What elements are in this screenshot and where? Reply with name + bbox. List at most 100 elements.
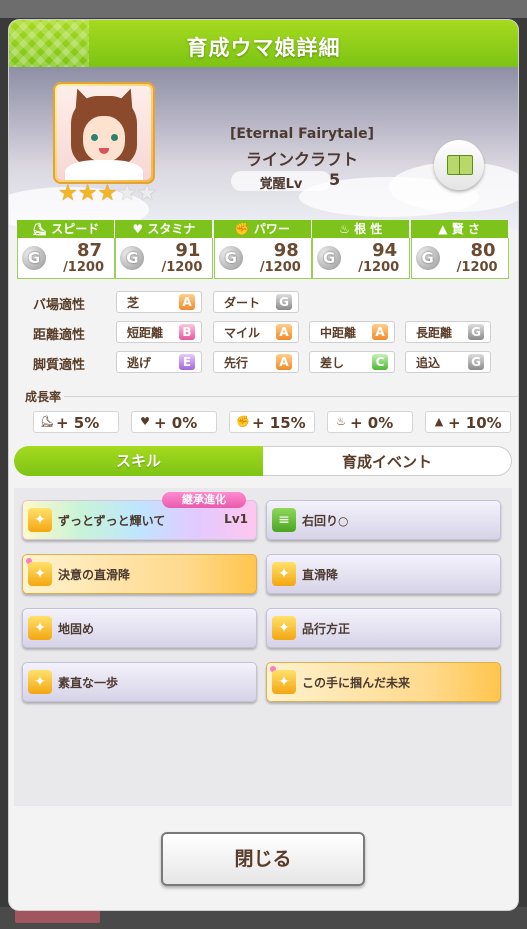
aptitude-name: 中距離 xyxy=(320,326,357,340)
stat-label-text: 賢 さ xyxy=(451,222,480,236)
flame-icon: ♨ xyxy=(336,415,346,428)
stat-label: ▲ 賢 さ xyxy=(410,220,508,238)
rank-icon: G xyxy=(218,246,243,270)
aptitude-name: 逃げ xyxy=(127,356,152,370)
running-horse-icon: ✦ xyxy=(28,670,52,694)
growth-rate-value: + 15% xyxy=(252,414,306,432)
skill-item[interactable]: ✦ 決意の直滑降 xyxy=(22,554,257,594)
heart-icon: ♥ xyxy=(132,222,144,236)
stat-table: ⛸ スピード G 87/1200 ♥ スタミナ G 91/1200 ✊ パワー G 98/120… xyxy=(17,220,509,280)
stat-column: ♨ 根 性 G 94/1200 xyxy=(312,220,411,280)
aptitude-item: ダート G xyxy=(213,291,299,313)
growth-rate-item: ⛸ + 5% xyxy=(33,411,119,433)
aptitude-item: 先行 A xyxy=(213,351,299,373)
stat-body: G 87/1200 xyxy=(17,238,115,279)
character-portrait[interactable] xyxy=(53,82,155,184)
rank-icon: G xyxy=(415,246,440,270)
tab-training-events[interactable]: 育成イベント xyxy=(263,446,512,476)
aptitude-grade: G xyxy=(276,294,292,310)
aptitude-grade: A xyxy=(276,354,292,370)
aptitude-name: 追込 xyxy=(416,356,441,370)
growth-rate-item: ▲ + 10% xyxy=(425,411,511,433)
stat-label: ⛸ スピード xyxy=(17,220,114,238)
stat-column: ⛸ スピード G 87/1200 xyxy=(17,220,115,280)
rank-icon: G xyxy=(317,246,342,270)
aptitude-item: マイル A xyxy=(213,321,299,343)
detail-tabs: スキル 育成イベント xyxy=(14,446,512,476)
growth-rate-item: ♥ + 0% xyxy=(131,411,217,433)
flame-icon: ♨ xyxy=(339,222,350,236)
skill-item[interactable]: ≡ 右回り○ xyxy=(266,500,501,540)
stat-value: 94 xyxy=(372,240,398,261)
skill-name: 直滑降 xyxy=(302,568,339,582)
skill-name: 素直な一歩 xyxy=(58,676,119,690)
stat-column: ▲ 賢 さ G 80/1200 xyxy=(410,220,509,280)
skill-name: 右回り○ xyxy=(302,514,349,528)
aptitude-grade: A xyxy=(372,324,388,340)
graduation-cap-icon: ▲ xyxy=(434,415,444,428)
portrait-image xyxy=(57,86,151,180)
skill-item[interactable]: ✦ この手に掴んだ未来 xyxy=(266,662,501,702)
aptitude-item: 芝A xyxy=(116,291,202,313)
growth-rate-value: + 0% xyxy=(154,414,198,432)
running-horse-icon: ✦ xyxy=(28,616,52,640)
inherit-evolution-badge: 継承進化 xyxy=(162,492,246,508)
running-horse-icon: ✦ xyxy=(272,562,296,586)
aptitude-name: ダート xyxy=(224,296,261,310)
awaken-label: 覚醒Lv xyxy=(259,177,303,192)
growth-rate-title: 成長率 xyxy=(25,390,62,404)
awaken-level-pill: 覚醒Lv xyxy=(231,171,331,192)
profile-book-button[interactable] xyxy=(434,140,484,190)
aptitude-label: 脚質適性 xyxy=(33,358,86,373)
stat-max: /1200 xyxy=(456,260,498,275)
background-button-hint xyxy=(15,909,100,923)
stat-body: G 94/1200 xyxy=(312,238,411,279)
stat-label: ✊ パワー xyxy=(213,220,311,238)
aptitude-label: バ場適性 xyxy=(33,298,86,313)
stat-value: 98 xyxy=(273,240,299,261)
stat-label-text: 根 性 xyxy=(354,222,383,236)
stat-label: ♥ スタミナ xyxy=(115,220,213,238)
outfit-name: [Eternal Fairytale] xyxy=(230,126,374,142)
aptitude-name: 差し xyxy=(320,356,345,370)
skill-list: ✦ ずっとずっと輝いて Lv1 継承進化 ≡ 右回り○ ✦ 決意の直滑降 ✦ 直滑降 ✦ 地固め ✦ 品行… xyxy=(14,488,512,806)
stat-max: /1200 xyxy=(259,260,301,275)
aptitude-item: 中距離 A xyxy=(309,321,395,343)
growth-divider xyxy=(64,396,518,397)
close-button[interactable]: 閉じる xyxy=(161,832,365,886)
portrait-eye xyxy=(111,134,118,141)
aptitude-grade: B xyxy=(179,324,195,340)
rarity-star-icon: ★ xyxy=(117,181,137,206)
growth-rate-value: + 5% xyxy=(56,414,100,432)
stat-value: 91 xyxy=(175,240,201,261)
skill-item[interactable]: ✦ 地固め xyxy=(22,608,257,648)
stat-max: /1200 xyxy=(63,260,104,275)
aptitude-grade: A xyxy=(179,294,195,310)
awaken-level-value: 5 xyxy=(329,170,341,189)
heart-icon: ♥ xyxy=(140,415,150,428)
stat-max: /1200 xyxy=(358,260,400,275)
skill-name: 品行方正 xyxy=(302,622,351,636)
character-name: ラインクラフト xyxy=(245,150,358,169)
skill-item[interactable]: ✦ 直滑降 xyxy=(266,554,501,594)
running-horse-icon: ✦ xyxy=(272,616,296,640)
stat-label-text: スタミナ xyxy=(147,222,196,236)
trainee-detail-dialog: 育成ウマ娘詳細 ★ ★ ★ ★ ★ [Eternal Fairytale] ラインクラフ… xyxy=(9,20,518,910)
skill-item[interactable]: ✦ 品行方正 xyxy=(266,608,501,648)
aptitude-name: 短距離 xyxy=(127,326,164,340)
stat-body: G 80/1200 xyxy=(410,238,509,279)
skill-item[interactable]: ✦ 素直な一歩 xyxy=(22,662,257,702)
skill-name: 決意の直滑降 xyxy=(58,568,131,582)
aptitude-item: 短距離 B xyxy=(116,321,202,343)
tab-skills[interactable]: スキル xyxy=(14,446,263,476)
skill-level: Lv1 xyxy=(224,512,248,526)
running-horse-icon: ✦ xyxy=(28,508,52,532)
skill-name: この手に掴んだ未来 xyxy=(302,676,411,690)
growth-rate-value: + 10% xyxy=(448,414,502,432)
growth-rate-value: + 0% xyxy=(350,414,394,432)
rarity-star-icon: ★ xyxy=(58,181,78,206)
aptitude-item: 追込 G xyxy=(405,351,491,373)
stat-column: ♥ スタミナ G 91/1200 xyxy=(115,220,214,280)
stat-body: G 98/1200 xyxy=(213,238,312,279)
aptitude-label: 距離適性 xyxy=(33,328,86,343)
